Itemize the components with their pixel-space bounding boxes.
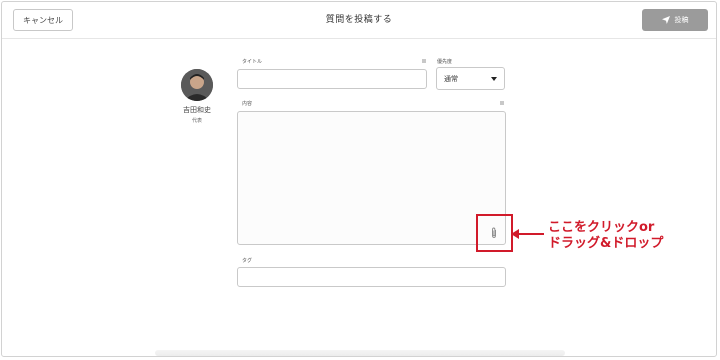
- user-role: 代表: [191, 118, 202, 124]
- content-label: 内容: [242, 101, 253, 107]
- modal-header: キャンセル 質問を投稿する 投稿: [2, 2, 716, 39]
- user-name: 吉田和史: [183, 106, 211, 114]
- required-marker: [422, 59, 426, 63]
- avatar: [181, 69, 213, 101]
- bottom-edge: [155, 350, 565, 356]
- priority-label: 優先度: [437, 59, 453, 65]
- priority-select[interactable]: 通常: [436, 67, 505, 90]
- caret-down-icon: [491, 77, 497, 81]
- annotation-arrow-head: [511, 229, 519, 239]
- required-marker: [500, 101, 504, 105]
- content-textarea[interactable]: [237, 111, 506, 245]
- paper-plane-icon: [661, 16, 670, 24]
- page-title: 質問を投稿する: [325, 15, 393, 25]
- annotation-line-2: ドラッグ&ドロップ: [548, 236, 664, 251]
- priority-value: 通常: [444, 74, 458, 83]
- post-button[interactable]: 投稿: [642, 9, 708, 31]
- post-button-label: 投稿: [674, 16, 689, 24]
- tag-input[interactable]: [237, 267, 506, 287]
- annotation-text: ここをクリックor ドラッグ&ドロップ: [548, 220, 663, 252]
- attachment-highlight-box: [476, 214, 513, 252]
- title-label: タイトル: [242, 59, 263, 65]
- annotation-line-1: ここをクリックor: [548, 220, 655, 235]
- title-input[interactable]: [237, 69, 427, 89]
- tag-label: タグ: [242, 258, 253, 264]
